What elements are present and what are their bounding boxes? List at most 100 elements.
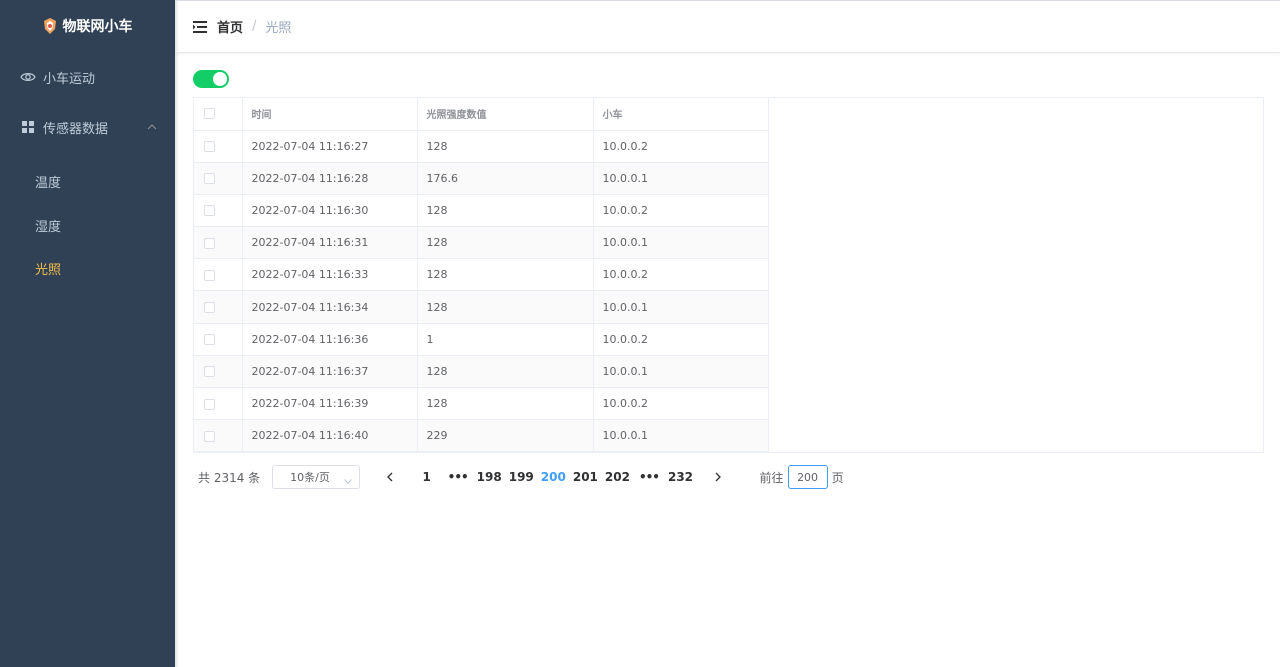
page-number[interactable]: 201 bbox=[573, 465, 598, 489]
cell-light-value: 128 bbox=[417, 290, 594, 324]
table-row[interactable]: 2022-07-04 11:16:30 128 10.0.0.2 bbox=[194, 194, 769, 228]
row-select-cell[interactable] bbox=[194, 387, 243, 421]
row-select-cell[interactable] bbox=[194, 323, 243, 356]
row-checkbox[interactable] bbox=[204, 302, 215, 314]
cell-time: 2022-07-04 11:16:39 bbox=[242, 387, 418, 421]
page-number[interactable]: 202 bbox=[605, 465, 630, 489]
breadcrumb-home[interactable]: 首页 bbox=[217, 17, 243, 36]
row-checkbox[interactable] bbox=[204, 173, 215, 185]
cell-time: 2022-07-04 11:16:34 bbox=[242, 290, 418, 324]
table-row[interactable]: 2022-07-04 11:16:34 128 10.0.0.1 bbox=[194, 290, 769, 324]
goto-prefix: 前往 bbox=[759, 470, 784, 485]
sidebar-item-sensor-data[interactable]: 传感器数据 bbox=[0, 102, 175, 152]
row-select-cell[interactable] bbox=[194, 194, 243, 228]
cell-light-value: 128 bbox=[417, 226, 594, 260]
sidebar-item-label: 小车运动 bbox=[43, 71, 96, 87]
cell-time: 2022-07-04 11:16:36 bbox=[242, 323, 418, 356]
cell-car: 10.0.0.1 bbox=[593, 226, 769, 260]
cell-light-value: 176.6 bbox=[417, 162, 594, 195]
row-checkbox[interactable] bbox=[204, 334, 215, 346]
cell-time: 2022-07-04 11:16:33 bbox=[242, 258, 418, 292]
table-row[interactable]: 2022-07-04 11:16:27 128 10.0.0.2 bbox=[194, 130, 769, 163]
header-light-value: 光照强度数值 bbox=[417, 98, 594, 131]
sidebar-item-light[interactable]: 光照 bbox=[0, 247, 175, 291]
sidebar-item-label: 湿度 bbox=[35, 219, 62, 235]
pagination-total: 共 2314 条 bbox=[198, 470, 261, 485]
select-all-checkbox[interactable] bbox=[204, 108, 215, 119]
table-header-row: 时间 光照强度数值 小车 bbox=[194, 98, 769, 131]
next-page-button[interactable] bbox=[706, 465, 730, 489]
table-row[interactable]: 2022-07-04 11:16:31 128 10.0.0.1 bbox=[194, 226, 769, 260]
sidebar-item-car-motion[interactable]: 小车运动 bbox=[0, 52, 175, 102]
page-size-select[interactable]: 10条/页 bbox=[272, 465, 361, 489]
row-select-cell[interactable] bbox=[194, 226, 243, 260]
sidebar-item-temperature[interactable]: 温度 bbox=[0, 160, 175, 204]
row-select-cell[interactable] bbox=[194, 162, 243, 195]
table-row[interactable]: 2022-07-04 11:16:40 229 10.0.0.1 bbox=[194, 419, 769, 453]
cell-light-value: 128 bbox=[417, 194, 594, 228]
cell-car: 10.0.0.1 bbox=[593, 162, 769, 195]
cell-car: 10.0.0.1 bbox=[593, 290, 769, 324]
cell-car: 10.0.0.1 bbox=[593, 419, 769, 453]
cell-time: 2022-07-04 11:16:30 bbox=[242, 194, 418, 228]
sidebar-item-humidity[interactable]: 湿度 bbox=[0, 204, 175, 248]
toggle-knob bbox=[213, 72, 227, 86]
page-more-icon[interactable]: ••• bbox=[446, 465, 470, 489]
app-title: 物联网小车 bbox=[62, 19, 133, 35]
data-table: 时间 光照强度数值 小车 2022-07-04 11:16:27 128 10.0.… bbox=[193, 97, 1264, 453]
table-row[interactable]: 2022-07-04 11:16:37 128 10.0.0.1 bbox=[194, 355, 769, 389]
cell-car: 10.0.0.2 bbox=[593, 323, 769, 356]
table-row[interactable]: 2022-07-04 11:16:33 128 10.0.0.2 bbox=[194, 258, 769, 292]
prev-page-button[interactable] bbox=[378, 465, 402, 489]
cell-light-value: 128 bbox=[417, 355, 594, 389]
page-number[interactable]: 1 bbox=[415, 465, 439, 489]
cell-light-value: 128 bbox=[417, 130, 594, 163]
page-number[interactable]: 200 bbox=[541, 465, 566, 489]
cell-light-value: 229 bbox=[417, 419, 594, 453]
table-row[interactable]: 2022-07-04 11:16:39 128 10.0.0.2 bbox=[194, 387, 769, 421]
row-checkbox[interactable] bbox=[204, 366, 215, 378]
goto-page-input[interactable] bbox=[787, 465, 828, 489]
cell-time: 2022-07-04 11:16:31 bbox=[242, 226, 418, 260]
sidebar-item-label: 光照 bbox=[35, 263, 62, 279]
logo-icon bbox=[43, 18, 57, 34]
page-number[interactable]: 198 bbox=[477, 465, 502, 489]
row-select-cell[interactable] bbox=[194, 290, 243, 324]
row-checkbox[interactable] bbox=[204, 398, 215, 410]
cell-time: 2022-07-04 11:16:27 bbox=[242, 130, 418, 163]
chevron-right-icon bbox=[715, 472, 721, 482]
row-checkbox[interactable] bbox=[204, 430, 215, 442]
chevron-left-icon bbox=[386, 472, 393, 482]
sidebar-logo[interactable]: 物联网小车 bbox=[0, 0, 175, 52]
sensor-submenu: 温度 湿度 光照 bbox=[0, 152, 175, 291]
breadcrumb-current: 光照 bbox=[265, 21, 292, 36]
cell-car: 10.0.0.1 bbox=[593, 355, 769, 389]
grid-icon bbox=[20, 119, 36, 135]
cell-light-value: 1 bbox=[417, 323, 594, 356]
goto-suffix: 页 bbox=[831, 470, 844, 485]
cell-light-value: 128 bbox=[417, 258, 594, 292]
pagination: 共 2314 条 10条/页 1 ••• 198 199 200 201 202 ••• 232… bbox=[193, 465, 1264, 489]
page-more-icon[interactable]: ••• bbox=[637, 465, 661, 489]
cell-car: 10.0.0.2 bbox=[593, 258, 769, 292]
row-checkbox[interactable] bbox=[204, 269, 215, 281]
chevron-up-icon bbox=[147, 124, 157, 130]
page-size-value: 10条/页 bbox=[290, 471, 330, 484]
page-number[interactable]: 199 bbox=[509, 465, 534, 489]
navbar: 首页 / 光照 bbox=[175, 0, 1280, 53]
hamburger-icon[interactable] bbox=[193, 20, 207, 34]
row-checkbox[interactable] bbox=[204, 237, 215, 249]
row-select-cell[interactable] bbox=[194, 419, 243, 453]
row-select-cell[interactable] bbox=[194, 130, 243, 163]
row-checkbox[interactable] bbox=[204, 141, 215, 153]
row-select-cell[interactable] bbox=[194, 258, 243, 292]
row-checkbox[interactable] bbox=[204, 205, 215, 217]
auto-refresh-toggle[interactable] bbox=[193, 70, 229, 88]
page-number[interactable]: 232 bbox=[668, 465, 693, 489]
cell-car: 10.0.0.2 bbox=[593, 194, 769, 228]
cell-car: 10.0.0.2 bbox=[593, 130, 769, 163]
header-select-all[interactable] bbox=[194, 98, 243, 131]
table-row[interactable]: 2022-07-04 11:16:36 1 10.0.0.2 bbox=[194, 323, 769, 356]
table-row[interactable]: 2022-07-04 11:16:28 176.6 10.0.0.1 bbox=[194, 162, 769, 195]
row-select-cell[interactable] bbox=[194, 355, 243, 389]
